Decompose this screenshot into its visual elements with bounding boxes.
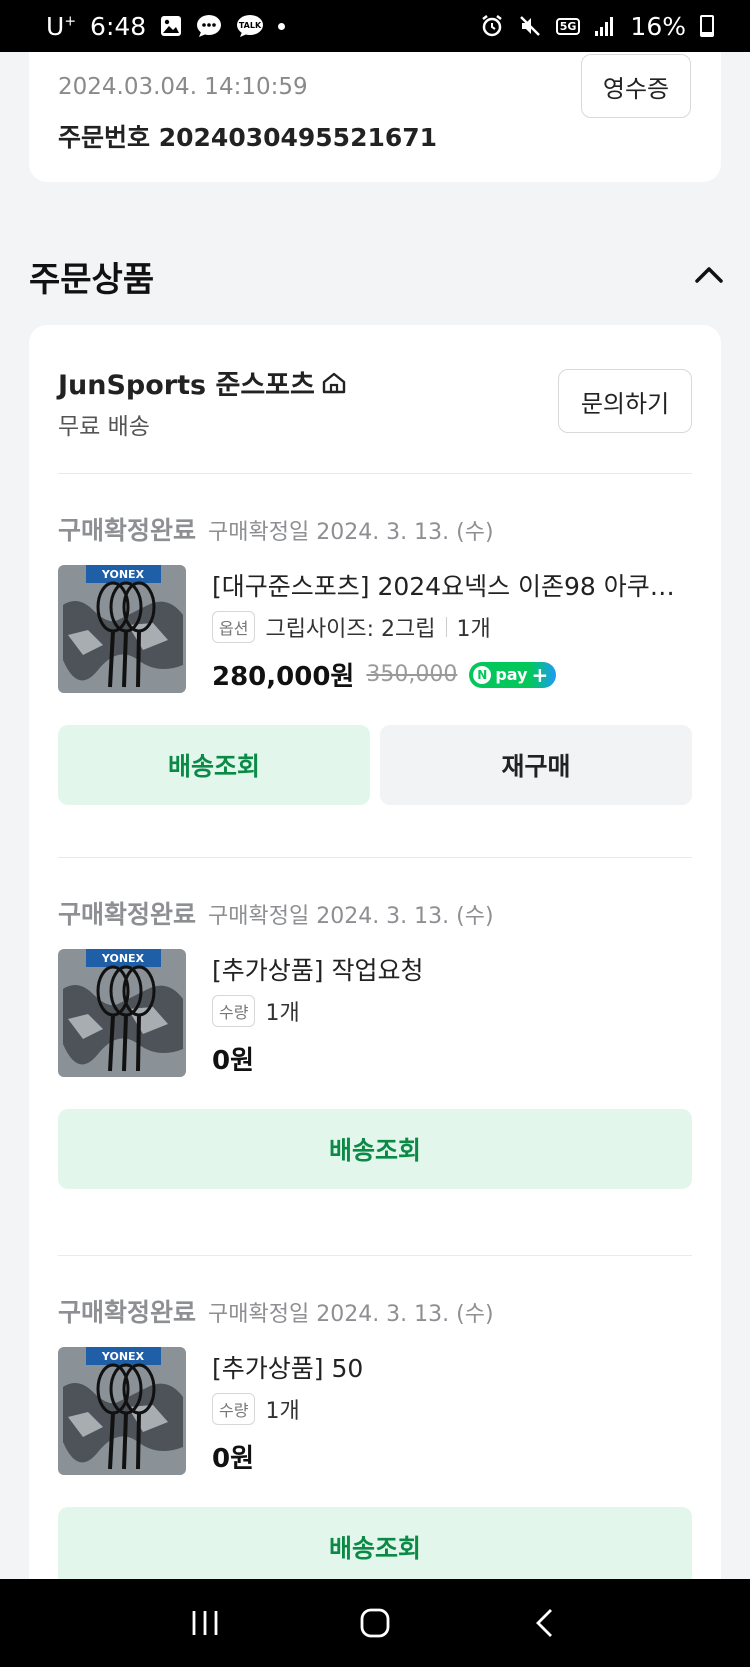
divider — [58, 1255, 692, 1256]
carrier-label: U+ — [46, 11, 77, 41]
item-status-row: 구매확정완료 구매확정일 2024. 3. 13. (수) — [58, 1293, 494, 1329]
quantity: 1개 — [265, 1399, 300, 1424]
store-home-icon[interactable] — [321, 370, 347, 396]
recent-apps-icon[interactable] — [175, 1593, 235, 1653]
svg-text:YONEX: YONEX — [101, 1350, 145, 1363]
alarm-icon — [480, 14, 504, 38]
confirm-date: 구매확정일 2024. 3. 13. (수) — [208, 520, 494, 545]
product-option: 수량 1개 — [212, 995, 300, 1027]
item-status: 구매확정완료 — [58, 516, 197, 545]
price-row: 280,000원 350,000 N pay + — [212, 656, 557, 693]
product-option: 옵션 그립사이즈: 2그립 1개 — [212, 611, 491, 643]
price: 280,000원 — [212, 662, 355, 692]
item-status: 구매확정완료 — [58, 900, 197, 929]
shop-card: JunSports 준스포츠 무료 배송 문의하기 구매확정완료 구매확정일 2… — [29, 325, 721, 1579]
npay-label: pay — [495, 665, 528, 684]
price: 0원 — [212, 1444, 255, 1474]
product-title[interactable]: [추가상품] 50 — [212, 1349, 692, 1385]
home-icon[interactable] — [345, 1593, 405, 1653]
receipt-button[interactable]: 영수증 — [581, 54, 691, 118]
option-badge: 옵션 — [212, 611, 256, 643]
product-thumbnail[interactable]: YONEX — [58, 565, 186, 693]
status-left: U+ 6:48 TALK — [46, 11, 286, 41]
divider — [58, 473, 692, 474]
status-bar: U+ 6:48 TALK 5G 16% — [0, 0, 750, 52]
status-right: 5G 16% — [480, 12, 714, 41]
quantity-badge: 수량 — [212, 1393, 256, 1425]
inquiry-button[interactable]: 문의하기 — [558, 369, 692, 433]
product-thumbnail[interactable]: YONEX — [58, 1347, 186, 1475]
signal-icon — [594, 15, 616, 37]
divider — [58, 857, 692, 858]
clock: 6:48 — [90, 11, 147, 41]
price-row: 0원 — [212, 1438, 254, 1475]
order-item: 구매확정완료 구매확정일 2024. 3. 13. (수) YONEX [추가상… — [58, 895, 692, 1195]
price-row: 0원 — [212, 1040, 254, 1077]
svg-text:YONEX: YONEX — [101, 952, 145, 965]
plus-icon: + — [531, 662, 549, 687]
section-title: 주문상품 — [29, 260, 155, 300]
order-date: 2024.03.04. 14:10:59 — [58, 74, 308, 100]
item-status: 구매확정완료 — [58, 1298, 197, 1327]
quantity: 1개 — [265, 1001, 300, 1026]
back-icon[interactable] — [515, 1593, 575, 1653]
rebuy-button[interactable]: 재구매 — [380, 725, 692, 805]
battery-percent: 16% — [630, 11, 686, 41]
npay-badge: N pay + — [469, 661, 557, 688]
option-value: 그립사이즈: 2그립 — [265, 617, 436, 642]
confirm-date: 구매확정일 2024. 3. 13. (수) — [208, 904, 494, 929]
shipping-label: 무료 배송 — [58, 414, 150, 440]
npay-n-icon: N — [473, 665, 492, 684]
price: 0원 — [212, 1046, 255, 1076]
svg-text:TALK: TALK — [239, 21, 262, 30]
quantity: 1개 — [456, 617, 491, 642]
navigation-bar — [0, 1579, 750, 1667]
option-separator — [445, 617, 447, 637]
message-icon — [196, 14, 222, 38]
track-delivery-button[interactable]: 배송조회 — [58, 1507, 692, 1579]
mute-icon — [518, 14, 542, 38]
quantity-badge: 수량 — [212, 995, 256, 1027]
talk-icon: TALK — [236, 14, 264, 38]
confirm-date: 구매확정일 2024. 3. 13. (수) — [208, 1302, 494, 1327]
item-status-row: 구매확정완료 구매확정일 2024. 3. 13. (수) — [58, 511, 494, 547]
shop-name[interactable]: JunSports 준스포츠 — [58, 363, 347, 402]
product-title[interactable]: [대구준스포츠] 2024요넥스 이존98 아쿠아나이트 블랙 테니스라켓 — [212, 567, 692, 603]
order-detail-content[interactable]: 2024.03.04. 14:10:59 주문번호 20240304955216… — [0, 52, 750, 1579]
item-status-row: 구매확정완료 구매확정일 2024. 3. 13. (수) — [58, 895, 494, 931]
network-badge: 5G — [555, 17, 581, 35]
battery-icon — [700, 15, 714, 37]
gallery-icon — [160, 15, 182, 37]
order-info-card: 2024.03.04. 14:10:59 주문번호 20240304955216… — [29, 52, 721, 182]
notification-dot — [278, 22, 286, 30]
chevron-up-icon[interactable] — [694, 264, 724, 284]
svg-text:YONEX: YONEX — [101, 568, 145, 581]
original-price: 350,000 — [366, 662, 458, 687]
product-title[interactable]: [추가상품] 작업요청 — [212, 951, 692, 987]
order-item: 구매확정완료 구매확정일 2024. 3. 13. (수) YONEX [추가상… — [58, 1293, 692, 1579]
product-option: 수량 1개 — [212, 1393, 300, 1425]
order-item: 구매확정완료 구매확정일 2024. 3. 13. (수) YONEX [대구준… — [58, 511, 692, 811]
track-delivery-button[interactable]: 배송조회 — [58, 725, 370, 805]
track-delivery-button[interactable]: 배송조회 — [58, 1109, 692, 1189]
order-number: 주문번호 2024030495521671 — [58, 123, 438, 152]
product-thumbnail[interactable]: YONEX — [58, 949, 186, 1077]
